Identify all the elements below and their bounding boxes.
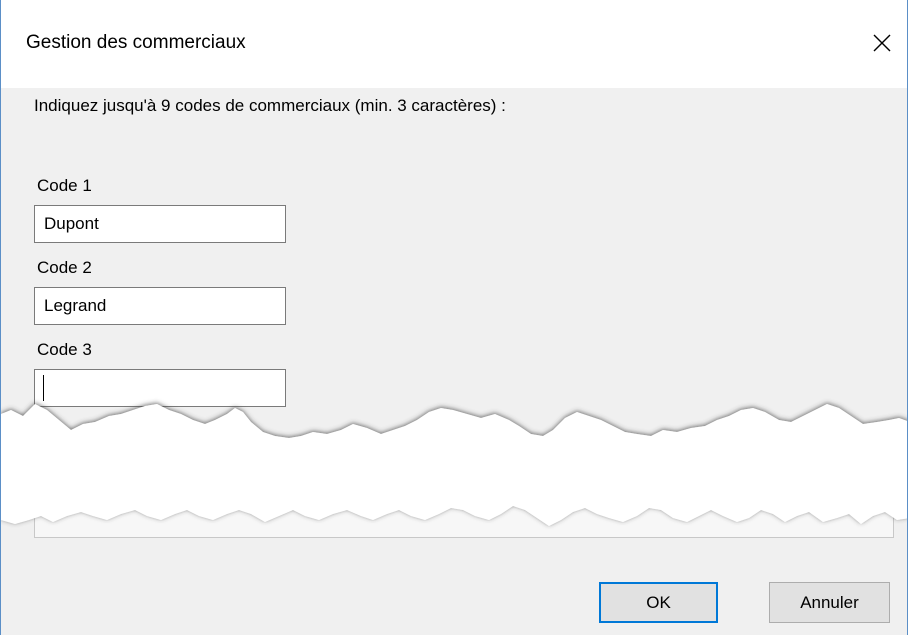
title-bar: Gestion des commerciaux xyxy=(1,0,907,88)
instruction-text: Indiquez jusqu'à 9 codes de commerciaux … xyxy=(34,96,506,115)
window-title: Gestion des commerciaux xyxy=(26,32,246,53)
close-icon xyxy=(873,34,891,52)
code-1-label: Code 1 xyxy=(37,176,92,195)
cancel-button[interactable]: Annuler xyxy=(769,582,890,623)
dialog-window: Gestion des commerciaux Indiquez jusqu'à… xyxy=(0,0,908,635)
code-2-label: Code 2 xyxy=(37,258,92,277)
ok-button[interactable]: OK xyxy=(599,582,718,623)
torn-paper-gap xyxy=(1,404,907,526)
code-2-input[interactable] xyxy=(34,287,286,325)
code-3-label: Code 3 xyxy=(37,340,92,359)
code-1-input[interactable] xyxy=(34,205,286,243)
close-button[interactable] xyxy=(865,26,899,60)
